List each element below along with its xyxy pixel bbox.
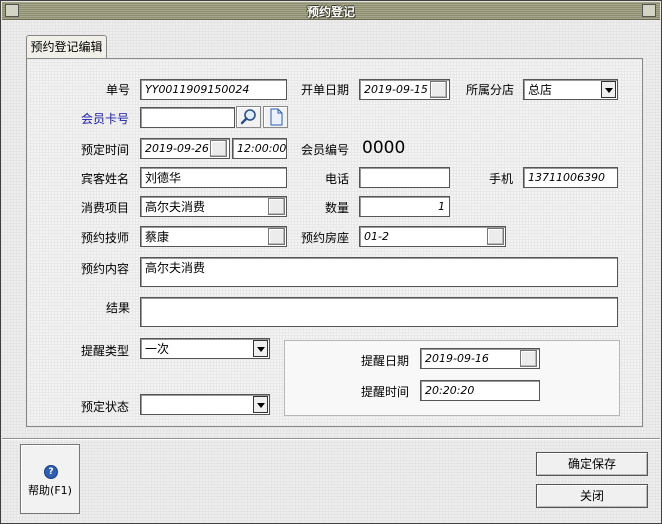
remind-type-select[interactable]: 一次 — [140, 338, 270, 359]
save-button[interactable]: 确定保存 — [536, 452, 648, 476]
status-label: 预定状态 — [81, 400, 130, 414]
help-button[interactable]: ? 帮助(F1) — [20, 444, 80, 514]
booking-window: 预约登记 预约登记编辑 单号 YY0011909150024 开单日期 2019… — [0, 0, 662, 524]
bottom-separator — [2, 438, 660, 440]
reserve-date-picker-button[interactable] — [210, 140, 227, 157]
item-label: 消费项目 — [81, 201, 130, 215]
open-date-picker-button[interactable] — [430, 81, 447, 98]
remind-time-field[interactable]: 20:20:20 — [420, 380, 540, 401]
remind-time-label: 提醒时间 — [361, 385, 410, 399]
remind-date-picker-button[interactable] — [520, 350, 537, 367]
order-no-field[interactable]: YY0011909150024 — [140, 79, 287, 100]
status-dropdown-icon[interactable] — [253, 396, 268, 413]
item-picker-button[interactable] — [268, 198, 285, 215]
content-label: 预约内容 — [81, 262, 130, 276]
remind-date-label: 提醒日期 — [361, 354, 410, 368]
help-label: 帮助(F1) — [28, 484, 72, 497]
room-label: 预约房座 — [301, 231, 350, 245]
order-no-label: 单号 — [106, 83, 131, 97]
status-select[interactable] — [140, 394, 270, 415]
item-field[interactable]: 高尔夫消费 — [140, 196, 287, 217]
result-textarea[interactable] — [140, 297, 618, 327]
new-card-button[interactable] — [263, 106, 288, 128]
guest-name-label: 宾客姓名 — [81, 172, 130, 186]
member-no-value: 0000 — [362, 138, 406, 158]
title-bar[interactable]: 预约登记 — [2, 2, 660, 20]
open-date-label: 开单日期 — [301, 83, 350, 97]
technician-label: 预约技师 — [81, 231, 130, 245]
mobile-label: 手机 — [489, 172, 514, 186]
quantity-input[interactable]: 1 — [359, 196, 450, 217]
help-icon: ? — [44, 465, 58, 479]
technician-picker-button[interactable] — [268, 228, 285, 245]
mobile-input[interactable]: 13711006390 — [523, 167, 618, 188]
room-field[interactable]: 01-2 — [359, 226, 506, 247]
maximize-icon[interactable] — [642, 4, 656, 17]
guest-name-input[interactable]: 刘德华 — [140, 167, 287, 188]
member-card-label[interactable]: 会员卡号 — [81, 110, 129, 127]
window-title: 预约登记 — [306, 5, 355, 19]
result-label: 结果 — [106, 301, 131, 315]
phone-input[interactable] — [359, 167, 450, 188]
room-picker-button[interactable] — [487, 228, 504, 245]
remind-type-dropdown-icon[interactable] — [253, 340, 268, 357]
magnifier-icon — [240, 109, 256, 125]
tab-booking-edit[interactable]: 预约登记编辑 — [26, 35, 107, 59]
search-member-button[interactable] — [236, 106, 261, 128]
technician-field[interactable]: 蔡康 — [140, 226, 287, 247]
phone-label: 电话 — [325, 172, 350, 186]
branch-label: 所属分店 — [466, 83, 515, 97]
branch-dropdown-icon[interactable] — [601, 81, 616, 98]
content-textarea[interactable]: 高尔夫消费 — [140, 257, 618, 287]
member-no-label: 会员编号 — [301, 143, 350, 157]
member-card-input[interactable] — [140, 107, 235, 128]
reserve-clock-field[interactable]: 12:00:00 — [232, 138, 287, 159]
document-icon — [270, 108, 283, 126]
reserve-time-label: 预定时间 — [81, 143, 130, 157]
quantity-label: 数量 — [325, 201, 350, 215]
remind-type-label: 提醒类型 — [81, 344, 130, 358]
close-button[interactable]: 关闭 — [536, 484, 648, 508]
